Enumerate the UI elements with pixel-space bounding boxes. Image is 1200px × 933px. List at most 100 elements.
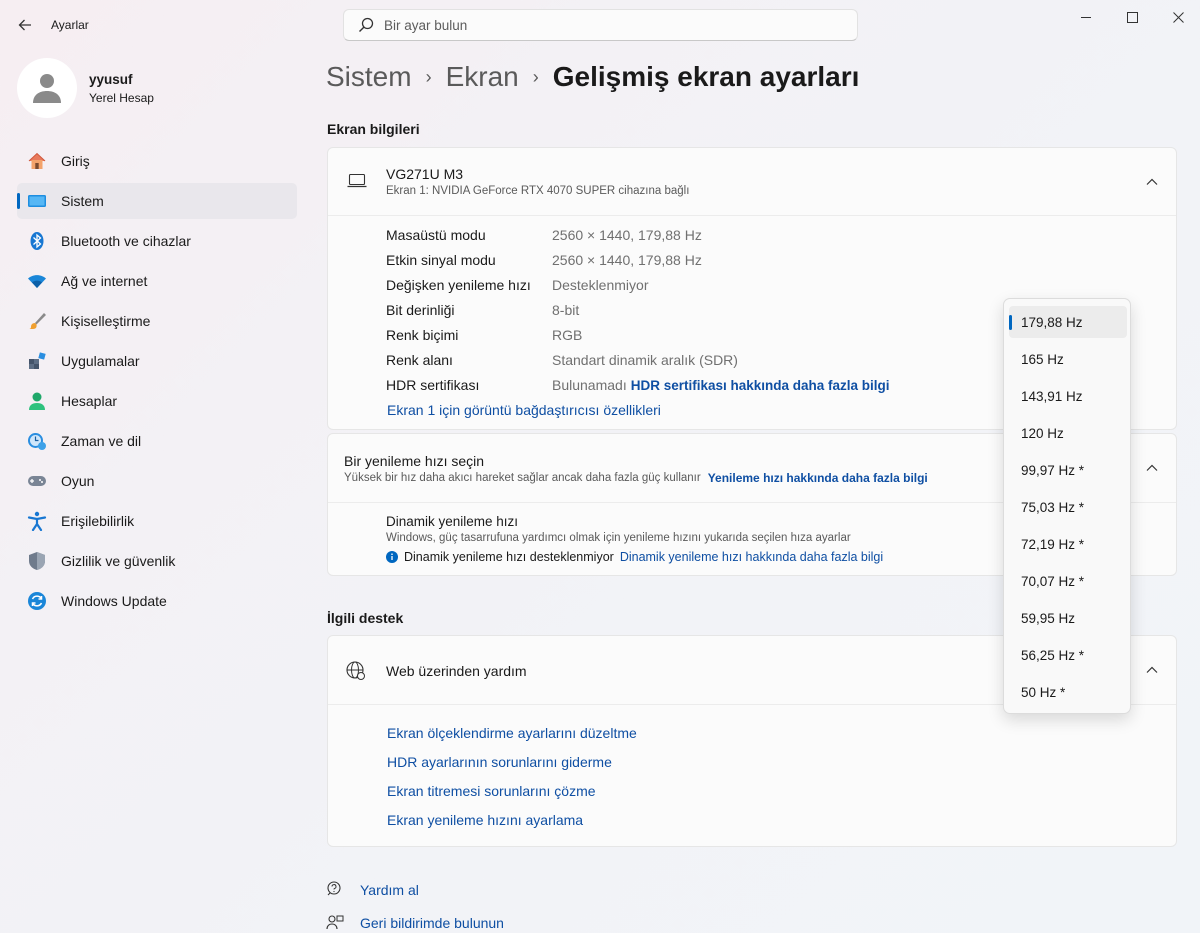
home-icon (27, 151, 47, 171)
dynamic-refresh-link[interactable]: Dinamik yenileme hızı hakkında daha fazl… (620, 550, 883, 564)
app-title: Ayarlar (51, 18, 89, 32)
divider (328, 215, 1176, 216)
sidebar-item-label: Zaman ve dil (61, 433, 142, 449)
dynamic-refresh-title: Dinamik yenileme hızı (386, 514, 519, 529)
refresh-option[interactable]: 75,03 Hz * (1009, 491, 1127, 523)
sidebar-item-bluetooth[interactable]: Bluetooth ve cihazlar (17, 223, 297, 259)
refresh-option[interactable]: 56,25 Hz * (1009, 639, 1127, 671)
refresh-rate-dropdown[interactable]: 179,88 Hz 165 Hz 143,91 Hz 120 Hz 99,97 … (1003, 298, 1131, 714)
search-box[interactable] (343, 9, 858, 41)
info-label: Masaüstü modu (386, 227, 486, 243)
sidebar-item-accessibility[interactable]: Erişilebilirlik (17, 503, 297, 539)
info-value: Desteklenmiyor (552, 277, 649, 293)
close-button[interactable] (1155, 0, 1200, 34)
sidebar-item-label: Oyun (61, 473, 95, 489)
info-label: Bit derinliği (386, 302, 455, 318)
gaming-icon (27, 471, 47, 491)
breadcrumb-item-display[interactable]: Ekran (446, 61, 519, 93)
refresh-option[interactable]: 99,97 Hz * (1009, 454, 1127, 486)
info-row-vrr: Değişken yenileme hızı Desteklenmiyor (386, 274, 648, 296)
get-help-label: Yardım al (360, 882, 419, 898)
refresh-option[interactable]: 59,95 Hz (1009, 602, 1127, 634)
search-icon (359, 17, 374, 32)
time-language-icon (27, 431, 47, 451)
refresh-rate-title: Bir yenileme hızı seçin (344, 453, 485, 469)
monitor-name: VG271U M3 (386, 166, 464, 182)
minimize-icon (1081, 17, 1091, 18)
refresh-option[interactable]: 120 Hz (1009, 417, 1127, 449)
refresh-option[interactable]: 50 Hz * (1009, 676, 1127, 708)
refresh-option[interactable]: 72,19 Hz * (1009, 528, 1127, 560)
info-row-bit-depth: Bit derinliği 8-bit (386, 299, 579, 321)
back-arrow-icon (18, 19, 31, 31)
section-title-related-support: İlgili destek (327, 610, 404, 626)
sidebar-item-gaming[interactable]: Oyun (17, 463, 297, 499)
refresh-option[interactable]: 70,07 Hz * (1009, 565, 1127, 597)
minimize-button[interactable] (1063, 0, 1109, 34)
info-label: Renk biçimi (386, 327, 459, 343)
info-value: Standart dinamik aralık (SDR) (552, 352, 738, 368)
accounts-icon (27, 391, 47, 411)
accessibility-icon (27, 511, 47, 531)
sidebar-item-accounts[interactable]: Hesaplar (17, 383, 297, 419)
hdr-cert-link[interactable]: HDR sertifikası hakkında daha fazla bilg… (631, 378, 890, 393)
get-help-link[interactable]: Yardım al (326, 881, 419, 899)
refresh-option[interactable]: 143,91 Hz (1009, 380, 1127, 412)
chevron-up-icon[interactable] (1145, 461, 1159, 475)
globe-icon (346, 661, 365, 680)
bluetooth-icon (27, 231, 47, 251)
breadcrumb-item-system[interactable]: Sistem (326, 61, 412, 93)
sidebar-item-label: Uygulamalar (61, 353, 140, 369)
info-row-signal-mode: Etkin sinyal modu 2560 × 1440, 179,88 Hz (386, 249, 702, 271)
brush-icon (27, 311, 47, 331)
dynamic-refresh-desc: Windows, güç tasarrufuna yardımcı olmak … (386, 532, 851, 544)
profile-account-type: Yerel Hesap (89, 90, 154, 105)
search-input[interactable] (384, 17, 824, 33)
adapter-properties-link[interactable]: Ekran 1 için görüntü bağdaştırıcısı özel… (387, 402, 661, 418)
sidebar-item-privacy[interactable]: Gizlilik ve güvenlik (17, 543, 297, 579)
sidebar-item-label: Giriş (61, 153, 90, 169)
chevron-right-icon: › (425, 66, 432, 87)
system-icon (27, 191, 47, 211)
sidebar-item-label: Bluetooth ve cihazlar (61, 233, 191, 249)
maximize-button[interactable] (1109, 0, 1155, 34)
chevron-up-icon[interactable] (1145, 175, 1159, 189)
support-link[interactable]: Ekran yenileme hızını ayarlama (387, 812, 583, 828)
sidebar-nav: Giriş Sistem Bluetooth ve cihazlar Ağ ve… (17, 143, 297, 623)
support-link[interactable]: Ekran ölçeklendirme ayarlarını düzeltme (387, 725, 637, 741)
info-label: Değişken yenileme hızı (386, 277, 531, 293)
title-bar: Ayarlar (0, 0, 1200, 50)
support-link[interactable]: Ekran titremesi sorunlarını çözme (387, 783, 596, 799)
sidebar-item-network[interactable]: Ağ ve internet (17, 263, 297, 299)
dynamic-refresh-unsupported: Dinamik yenileme hızı desteklenmiyor (404, 550, 614, 564)
refresh-rate-desc: Yüksek bir hız daha akıcı hareket sağlar… (344, 472, 701, 484)
chevron-right-icon: › (532, 66, 539, 87)
refresh-rate-info-link[interactable]: Yenileme hızı hakkında daha fazla bilgi (708, 471, 928, 485)
update-icon (27, 591, 47, 611)
feedback-label: Geri bildirimde bulunun (360, 915, 504, 931)
refresh-option[interactable]: 165 Hz (1009, 343, 1127, 375)
sidebar-item-label: Gizlilik ve güvenlik (61, 553, 176, 569)
feedback-link[interactable]: Geri bildirimde bulunun (326, 914, 504, 932)
sidebar-item-windows-update[interactable]: Windows Update (17, 583, 297, 619)
info-value: 2560 × 1440, 179,88 Hz (552, 252, 702, 268)
support-link[interactable]: HDR ayarlarının sorunlarını giderme (387, 754, 612, 770)
sidebar-item-label: Erişilebilirlik (61, 513, 135, 529)
refresh-option[interactable]: 179,88 Hz (1009, 306, 1127, 338)
info-label: HDR sertifikası (386, 377, 480, 393)
user-icon (33, 74, 61, 103)
sidebar-item-time-language[interactable]: Zaman ve dil (17, 423, 297, 459)
sidebar-item-label: Windows Update (61, 593, 167, 609)
sidebar-item-personalization[interactable]: Kişiselleştirme (17, 303, 297, 339)
apps-icon (27, 351, 47, 371)
back-button[interactable] (10, 10, 40, 40)
maximize-icon (1126, 11, 1138, 23)
sidebar-item-home[interactable]: Giriş (17, 143, 297, 179)
close-icon (1172, 11, 1184, 23)
help-chat-icon (327, 881, 341, 896)
chevron-up-icon[interactable] (1145, 663, 1159, 677)
sidebar-item-system[interactable]: Sistem (17, 183, 297, 219)
user-profile[interactable]: yyusuf Yerel Hesap (17, 58, 154, 118)
sidebar-item-apps[interactable]: Uygulamalar (17, 343, 297, 379)
display-info-header[interactable]: VG271U M3 Ekran 1: NVIDIA GeForce RTX 40… (328, 148, 1176, 215)
